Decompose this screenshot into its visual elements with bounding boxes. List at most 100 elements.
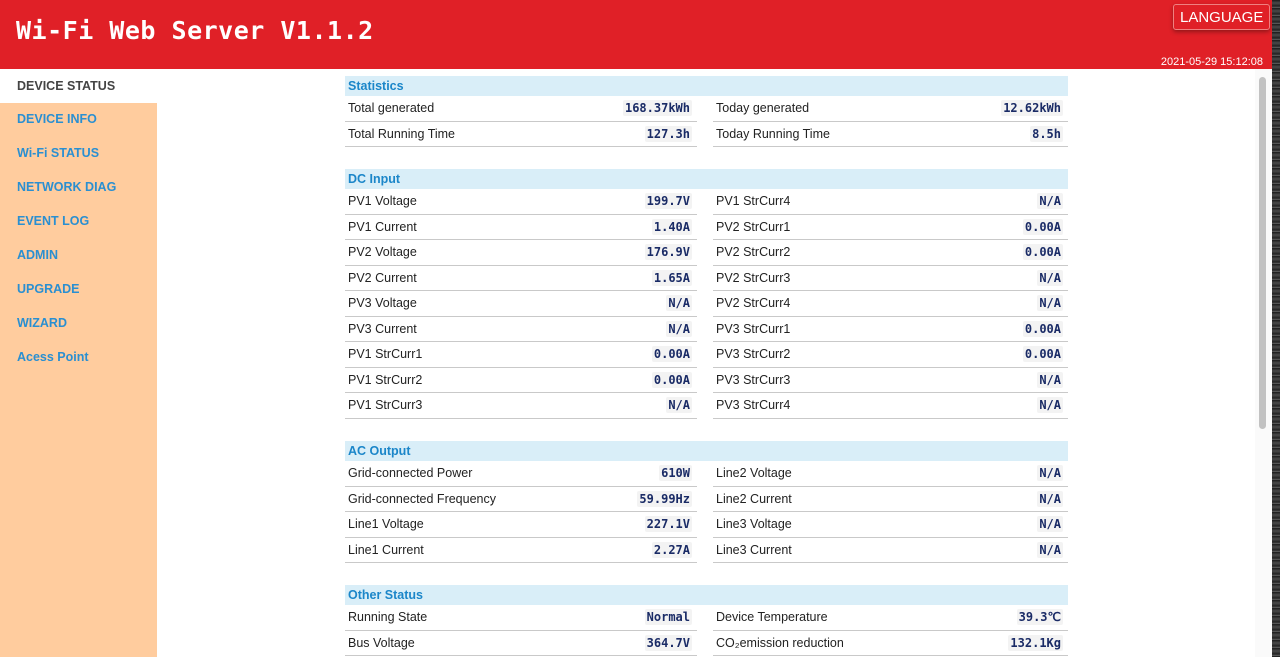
row-label: PV1 StrCurr2 — [348, 372, 423, 387]
table-row: PV2 StrCurr3 N/A — [713, 266, 1068, 291]
row-value: 59.99Hz — [637, 490, 692, 507]
row-label: Device Temperature — [716, 610, 828, 625]
table-row: PV2 Voltage 176.9V — [345, 240, 697, 266]
app-title: Wi-Fi Web Server V1.1.2 — [16, 16, 374, 45]
row-value: 364.7V — [644, 634, 692, 651]
table-row: PV1 Current 1.40A — [345, 215, 697, 240]
row-value: N/A — [1037, 490, 1063, 507]
row-label: Line3 Voltage — [716, 517, 792, 532]
section-title: Other Status — [345, 585, 1068, 605]
row-value: 0.00A — [1022, 218, 1063, 235]
row-value: N/A — [1037, 269, 1063, 286]
row-value: 0.00A — [1022, 320, 1063, 337]
row-value: 227.1V — [644, 516, 692, 533]
section-title: AC Output — [345, 441, 1068, 461]
table-row: Line3 Current N/A — [713, 538, 1068, 563]
row-value: 610W — [659, 465, 692, 482]
table-row: PV3 Current N/A — [345, 317, 697, 342]
sidebar-item-wizard[interactable]: WIZARD — [0, 306, 157, 340]
row-label: Bus Voltage — [348, 635, 415, 650]
row-label: PV2 StrCurr3 — [716, 270, 791, 285]
row-value: N/A — [666, 397, 692, 414]
table-row: PV3 StrCurr4 N/A — [713, 393, 1068, 419]
table-row: Today Running Time 8.5h — [713, 122, 1068, 147]
row-value: 2.27A — [651, 541, 692, 558]
row-label: PV1 Current — [348, 219, 417, 234]
row-value: 12.62kWh — [1001, 100, 1063, 117]
vertical-scrollbar[interactable] — [1255, 69, 1272, 657]
left-column: Grid-connected Power 610W Grid-connected … — [345, 461, 697, 563]
table-row: PV1 StrCurr3 N/A — [345, 393, 697, 419]
scrollbar-thumb[interactable] — [1259, 77, 1266, 429]
row-value: 168.37kWh — [622, 100, 692, 117]
sidebar-item-device-status[interactable]: DEVICE STATUS — [0, 69, 157, 103]
row-label: PV3 Voltage — [348, 296, 417, 311]
table-row: CO₂emission reduction 132.1Kg — [713, 631, 1068, 656]
table-row: Grid-connected Frequency 59.99Hz — [345, 487, 697, 512]
sidebar-item-admin[interactable]: ADMIN — [0, 238, 157, 272]
row-label: Grid-connected Power — [348, 466, 473, 481]
sidebar-item-wifi-status[interactable]: Wi-Fi STATUS — [0, 136, 157, 170]
row-label: PV2 Voltage — [348, 245, 417, 260]
app-header: Wi-Fi Web Server V1.1.2 LANGUAGE 2021-05… — [0, 0, 1272, 69]
table-row: PV1 StrCurr2 0.00A — [345, 368, 697, 393]
row-label: PV1 StrCurr1 — [348, 347, 423, 362]
table-row: Line1 Voltage 227.1V — [345, 512, 697, 538]
row-label: PV3 StrCurr1 — [716, 321, 791, 336]
row-value: 176.9V — [644, 244, 692, 261]
table-row: PV3 StrCurr2 0.00A — [713, 342, 1068, 368]
row-value: N/A — [1037, 371, 1063, 388]
row-label: CO₂emission reduction — [716, 635, 844, 650]
row-label: PV1 StrCurr4 — [716, 194, 791, 209]
table-row: PV1 StrCurr1 0.00A — [345, 342, 697, 368]
datetime-display: 2021-05-29 15:12:08 — [1160, 56, 1263, 68]
row-value: 127.3h — [644, 125, 692, 142]
row-label: Running State — [348, 610, 428, 625]
table-row: Line1 Current 2.27A — [345, 538, 697, 563]
sidebar-item-access-point[interactable]: Acess Point — [0, 340, 157, 374]
table-row: PV3 Voltage N/A — [345, 291, 697, 317]
row-label: PV1 Voltage — [348, 194, 417, 209]
sidebar-item-network-diag[interactable]: NETWORK DIAG — [0, 170, 157, 204]
language-button[interactable]: LANGUAGE — [1173, 4, 1271, 30]
table-row: PV2 StrCurr4 N/A — [713, 291, 1068, 317]
row-label: PV3 StrCurr3 — [716, 372, 791, 387]
row-label: Line1 Current — [348, 542, 424, 557]
row-label: PV3 Current — [348, 321, 417, 336]
table-row: PV1 StrCurr4 N/A — [713, 189, 1068, 215]
row-value: N/A — [1037, 541, 1063, 558]
table-row: PV3 StrCurr1 0.00A — [713, 317, 1068, 342]
row-label: PV2 StrCurr4 — [716, 296, 791, 311]
row-value: 0.00A — [651, 346, 692, 363]
sidebar-item-upgrade[interactable]: UPGRADE — [0, 272, 157, 306]
statistics-section: Statistics Total generated 168.37kWh Tota… — [345, 76, 1068, 147]
row-value: 132.1Kg — [1008, 634, 1063, 651]
other-status-section: Other Status Running State Normal Bus Vol… — [345, 585, 1068, 656]
ac-output-section: AC Output Grid-connected Power 610W Grid-… — [345, 441, 1068, 563]
left-column: Total generated 168.37kWh Total Running T… — [345, 96, 697, 147]
main-content: Statistics Total generated 168.37kWh Tota… — [157, 69, 1255, 657]
right-column: Today generated 12.62kWh Today Running Ti… — [713, 96, 1068, 147]
right-column: Line2 Voltage N/A Line2 Current N/A Line3 … — [713, 461, 1068, 563]
row-value: N/A — [1037, 465, 1063, 482]
row-value: 8.5h — [1030, 125, 1063, 142]
row-value: 0.00A — [651, 371, 692, 388]
table-row: Total generated 168.37kWh — [345, 96, 697, 122]
table-row: Line2 Voltage N/A — [713, 461, 1068, 487]
row-label: Line2 Current — [716, 491, 792, 506]
row-value: N/A — [1037, 193, 1063, 210]
row-value: 199.7V — [644, 193, 692, 210]
sidebar-item-device-info[interactable]: DEVICE INFO — [0, 102, 157, 136]
sidebar-item-event-log[interactable]: EVENT LOG — [0, 204, 157, 238]
right-column: PV1 StrCurr4 N/A PV2 StrCurr1 0.00A PV2 St… — [713, 189, 1068, 419]
row-label: PV1 StrCurr3 — [348, 398, 423, 413]
row-label: Total generated — [348, 101, 435, 116]
row-value: 39.3℃ — [1016, 609, 1063, 626]
table-row: PV1 Voltage 199.7V — [345, 189, 697, 215]
row-label: PV3 StrCurr4 — [716, 398, 791, 413]
dc-input-section: DC Input PV1 Voltage 199.7V PV1 Current 1.… — [345, 169, 1068, 419]
row-label: PV2 StrCurr1 — [716, 219, 791, 234]
section-title: Statistics — [345, 76, 1068, 96]
section-title: DC Input — [345, 169, 1068, 189]
table-row: Line3 Voltage N/A — [713, 512, 1068, 538]
